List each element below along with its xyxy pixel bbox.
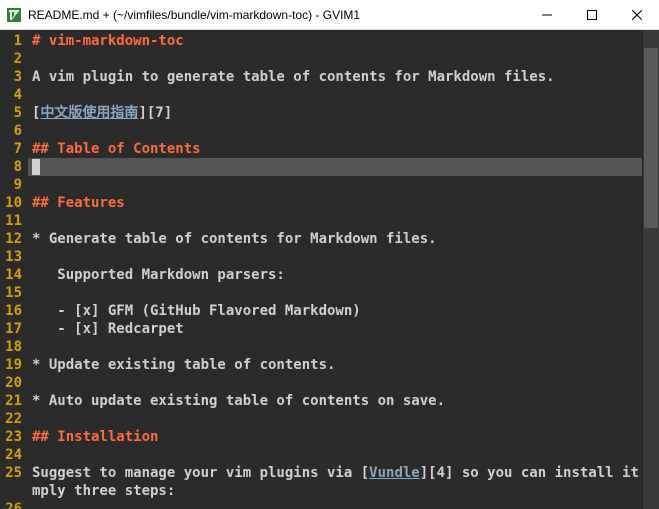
line-number: 9 [4, 176, 22, 194]
line-number: 5 [4, 104, 22, 122]
markdown-link[interactable]: Vundle [369, 465, 420, 481]
line-number: 17 [4, 320, 22, 338]
editor-line[interactable] [28, 338, 659, 356]
line-number: 22 [4, 410, 22, 428]
line-number: 19 [4, 356, 22, 374]
line-number: 7 [4, 140, 22, 158]
editor-line[interactable]: - [x] GFM (GitHub Flavored Markdown) [28, 302, 659, 320]
scrollbar-thumb[interactable] [644, 48, 658, 228]
line-number: 24 [4, 446, 22, 464]
minimize-button[interactable] [524, 0, 569, 29]
editor-line[interactable] [28, 212, 659, 230]
line-number-gutter: 1234567891011121314151617181920212223242… [0, 30, 28, 509]
editor-line[interactable] [28, 500, 659, 509]
line-number: 21 [4, 392, 22, 410]
line-number: 12 [4, 230, 22, 248]
editor-line[interactable]: mply three steps: [28, 482, 659, 500]
line-number: 4 [4, 86, 22, 104]
editor-line[interactable] [28, 374, 659, 392]
line-number: 2 [4, 50, 22, 68]
text-cursor [32, 159, 40, 175]
editor-line[interactable] [28, 176, 659, 194]
editor-content[interactable]: # vim-markdown-toc A vim plugin to genera… [28, 30, 659, 509]
vertical-scrollbar[interactable] [642, 30, 659, 509]
editor-line[interactable]: ## Features [28, 194, 659, 212]
editor-line[interactable] [28, 284, 659, 302]
editor-line[interactable] [28, 122, 659, 140]
editor-line[interactable]: ## Installation [28, 428, 659, 446]
window-title: README.md + (~/vimfiles/bundle/vim-markd… [28, 8, 524, 22]
editor-line[interactable]: # vim-markdown-toc [28, 32, 659, 50]
editor-line[interactable]: * Auto update existing table of contents… [28, 392, 659, 410]
line-number: 3 [4, 68, 22, 86]
close-button[interactable] [614, 0, 659, 29]
markdown-link[interactable]: 中文版使用指南 [40, 105, 138, 121]
line-number: 18 [4, 338, 22, 356]
line-number: 25 [4, 464, 22, 482]
line-number: 15 [4, 284, 22, 302]
editor-line[interactable]: [中文版使用指南][7] [28, 104, 659, 122]
line-number: 1 [4, 32, 22, 50]
line-number: 10 [4, 194, 22, 212]
editor-line[interactable] [28, 158, 659, 176]
line-number: 11 [4, 212, 22, 230]
line-number: 20 [4, 374, 22, 392]
line-number: 6 [4, 122, 22, 140]
editor-line[interactable] [28, 50, 659, 68]
line-number: 14 [4, 266, 22, 284]
line-number: 23 [4, 428, 22, 446]
editor-line[interactable]: ## Table of Contents [28, 140, 659, 158]
editor-line[interactable]: * Update existing table of contents. [28, 356, 659, 374]
editor-line[interactable]: * Generate table of contents for Markdow… [28, 230, 659, 248]
line-number: 8 [4, 158, 22, 176]
editor-line[interactable]: - [x] Redcarpet [28, 320, 659, 338]
editor-line[interactable]: Supported Markdown parsers: [28, 266, 659, 284]
gvim-icon [6, 7, 22, 23]
editor-line[interactable] [28, 248, 659, 266]
editor-line[interactable] [28, 410, 659, 428]
window-controls [524, 0, 659, 29]
editor-line[interactable] [28, 446, 659, 464]
line-number: 16 [4, 302, 22, 320]
editor-area[interactable]: 1234567891011121314151617181920212223242… [0, 30, 659, 509]
editor-line[interactable]: A vim plugin to generate table of conten… [28, 68, 659, 86]
maximize-button[interactable] [569, 0, 614, 29]
line-number: 13 [4, 248, 22, 266]
line-number: 26 [4, 500, 22, 509]
line-number [4, 482, 22, 500]
editor-line[interactable]: Suggest to manage your vim plugins via [… [28, 464, 659, 482]
editor-line[interactable] [28, 86, 659, 104]
window-titlebar: README.md + (~/vimfiles/bundle/vim-markd… [0, 0, 659, 30]
